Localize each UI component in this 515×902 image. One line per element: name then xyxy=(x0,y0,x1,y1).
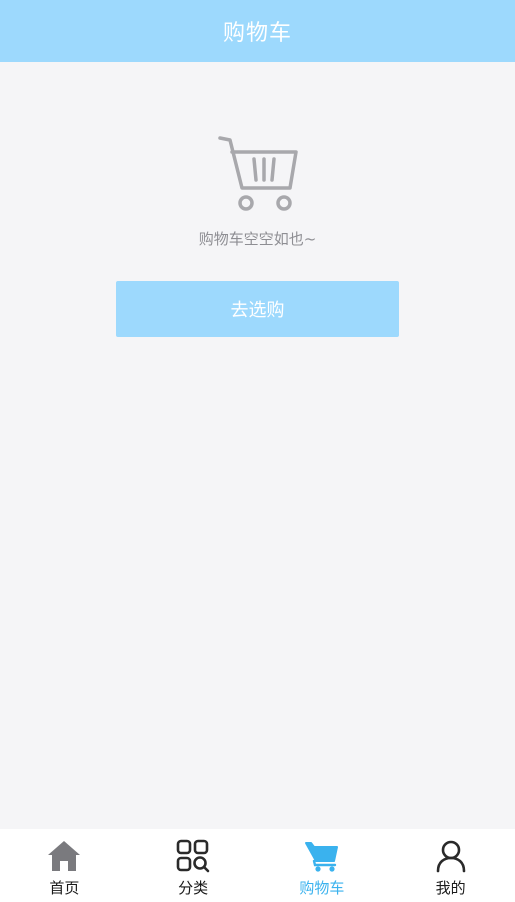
shopping-cart-icon xyxy=(217,136,298,211)
tab-cart[interactable]: 购物车 xyxy=(258,829,387,902)
go-shopping-button[interactable]: 去选购 xyxy=(116,281,399,337)
home-icon xyxy=(48,841,81,871)
tab-home[interactable]: 首页 xyxy=(0,829,129,902)
tab-profile[interactable]: 我的 xyxy=(386,829,515,902)
header-bar: 购物车 xyxy=(0,0,515,62)
user-icon xyxy=(436,840,465,873)
category-search-icon xyxy=(176,839,210,873)
empty-cart-state: 购物车空空如也~ 去选购 xyxy=(0,62,515,337)
tab-label-category: 分类 xyxy=(178,879,209,897)
tab-label-profile: 我的 xyxy=(435,879,466,897)
cart-icon xyxy=(304,842,338,872)
tab-label-cart: 购物车 xyxy=(299,879,345,897)
app-screen: 购物车 购物车空空如也~ 去选购 首页 分类 购物车 我的 xyxy=(0,0,515,902)
bottom-tab-bar: 首页 分类 购物车 我的 xyxy=(0,829,515,902)
empty-cart-message: 购物车空空如也~ xyxy=(198,230,317,248)
tab-category[interactable]: 分类 xyxy=(129,829,258,902)
tab-label-home: 首页 xyxy=(49,879,80,897)
page-title: 购物车 xyxy=(222,21,292,46)
